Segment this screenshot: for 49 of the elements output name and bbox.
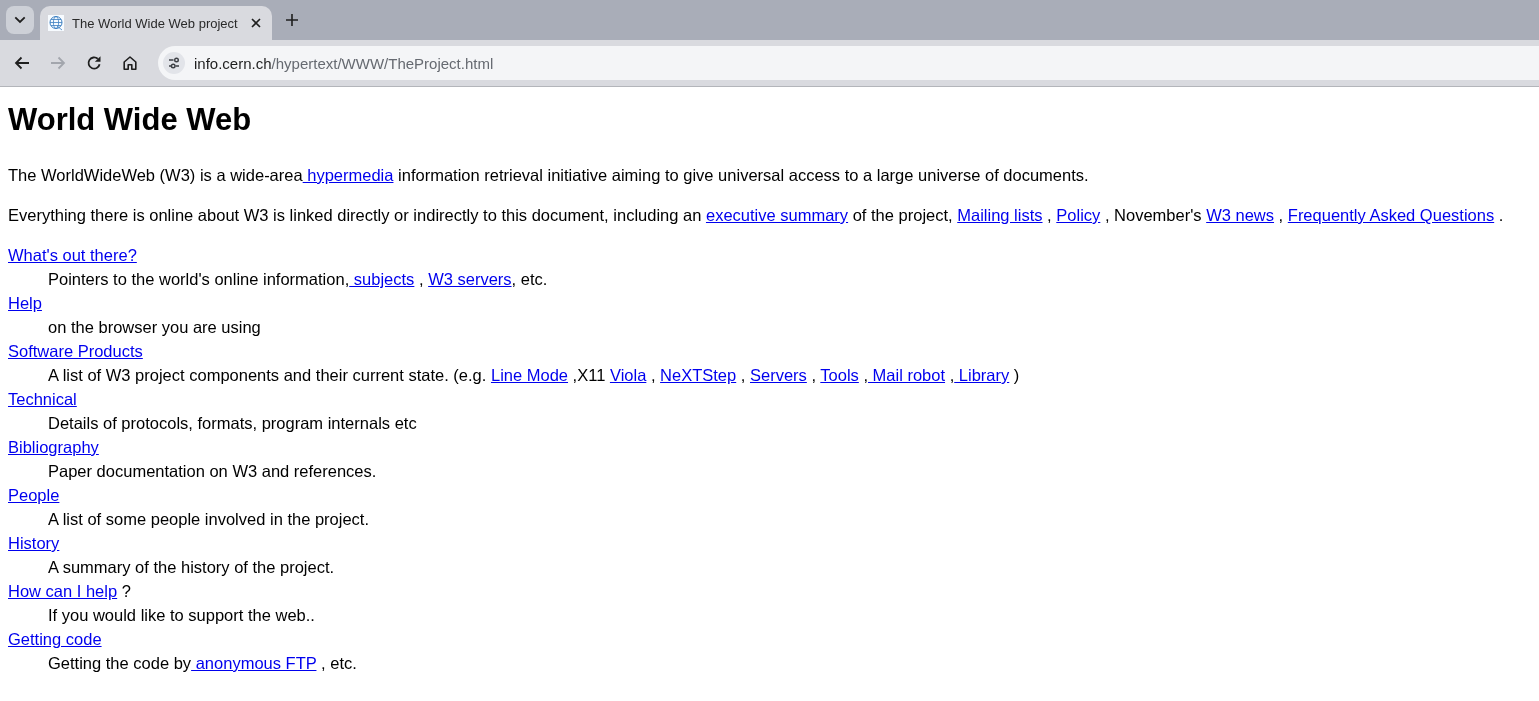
close-icon[interactable] xyxy=(251,18,261,28)
link[interactable]: Mailing lists xyxy=(957,206,1043,224)
caret-icon xyxy=(14,16,26,24)
link[interactable]: Servers xyxy=(750,366,807,384)
link[interactable]: Software Products xyxy=(8,342,143,360)
tab-list-button[interactable] xyxy=(6,6,34,34)
link[interactable]: Policy xyxy=(1056,206,1101,224)
entry-description: A list of some people involved in the project. xyxy=(48,509,370,530)
browser-tab[interactable]: The World Wide Web project xyxy=(40,6,272,40)
link[interactable]: Line Mode xyxy=(490,366,569,384)
entry-description: Pointers to the world's online information, subjects , W3 servers, etc. xyxy=(48,269,548,290)
link[interactable]: Mail robot xyxy=(868,366,946,384)
entry-description: Details of protocols, formats, program internals etc xyxy=(48,413,417,434)
entry-description: on the browser you are using xyxy=(48,317,261,338)
link[interactable]: hypermedia xyxy=(302,166,394,184)
entry-description: A list of W3 project components and their current state. (e.g. Line Mode ,X11 Viola , NeXTStep , Servers , Tools , Mail robot , Library ) xyxy=(48,365,1020,386)
link[interactable]: W3 news xyxy=(1206,206,1275,224)
globe-icon xyxy=(48,15,64,31)
arrow-left-icon[interactable] xyxy=(14,56,30,70)
sliders-icon[interactable] xyxy=(163,52,185,74)
link[interactable]: W3 servers xyxy=(428,270,512,288)
link[interactable]: Getting code xyxy=(8,630,102,648)
link[interactable]: subjects xyxy=(349,270,415,288)
link[interactable]: How can I help xyxy=(8,582,118,600)
link[interactable]: History xyxy=(8,534,60,552)
link[interactable]: Frequently Asked Questions xyxy=(1287,206,1495,224)
entry-description: If you would like to support the web.. xyxy=(48,605,315,626)
paragraph: Everything there is online about W3 is linked directly or indirectly to this document, including an executive summary of the project, Mailing lists , Policy , November's W3 news , Frequently Asked Questions . xyxy=(8,205,1504,226)
link[interactable]: Technical xyxy=(8,390,77,408)
link[interactable]: Bibliography xyxy=(8,438,99,456)
link[interactable]: Tools xyxy=(820,366,859,384)
link[interactable]: People xyxy=(8,486,60,504)
link[interactable]: Help xyxy=(8,294,42,312)
entry-description: Paper documentation on W3 and references. xyxy=(48,461,377,482)
entry-term: How can I help ? xyxy=(8,581,131,602)
address-field[interactable]: info.cern.ch/hypertext/WWW/TheProject.html xyxy=(158,46,1539,80)
home-icon[interactable] xyxy=(122,55,138,71)
page-heading: World Wide Web xyxy=(8,101,252,139)
reload-icon[interactable] xyxy=(86,55,102,71)
link[interactable]: anonymous FTP xyxy=(191,654,317,672)
link[interactable]: Viola xyxy=(609,366,647,384)
link[interactable]: Library xyxy=(954,366,1010,384)
link[interactable]: What's out there? xyxy=(8,246,137,264)
link[interactable]: executive summary xyxy=(705,206,849,224)
link[interactable]: NeXTStep xyxy=(660,366,737,384)
paragraph: The WorldWideWeb (W3) is a wide-area hypermedia information retrieval initiative aiming to give universal access to a large universe of documents. xyxy=(8,165,1089,186)
entry-description: A summary of the history of the project. xyxy=(48,557,335,578)
plus-icon[interactable] xyxy=(286,14,298,26)
entry-description: Getting the code by anonymous FTP , etc. xyxy=(48,653,357,674)
